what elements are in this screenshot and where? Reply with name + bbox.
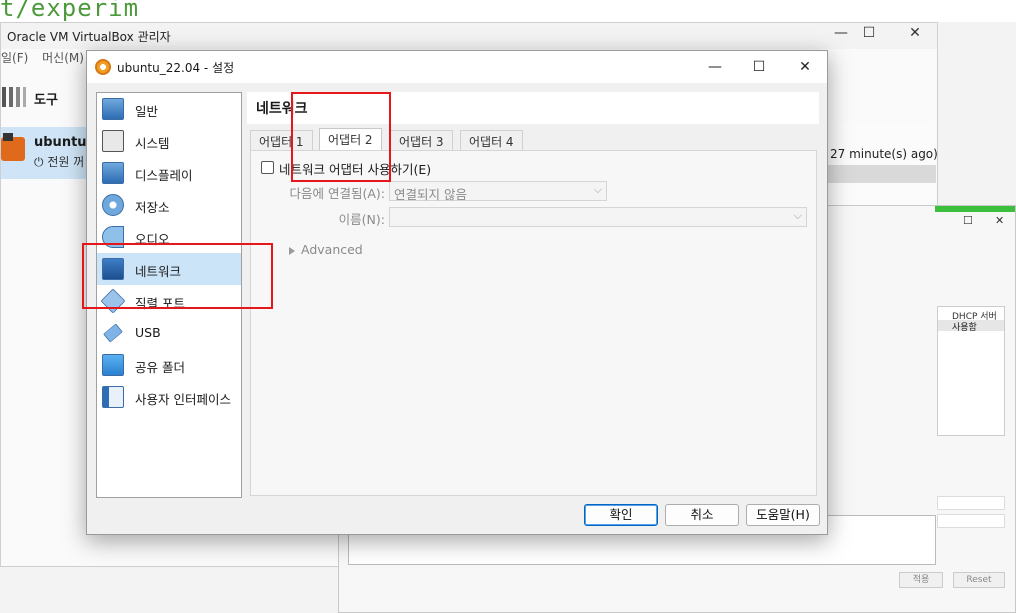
reset-button[interactable]: Reset xyxy=(953,572,1005,588)
cancel-button[interactable]: 취소 xyxy=(665,504,739,526)
chevron-down-icon: ⌵ xyxy=(793,209,802,222)
sidebar-item-label: 디스플레이 xyxy=(135,168,193,183)
snapshot-time: 27 minute(s) ago) xyxy=(830,147,938,161)
ok-button[interactable]: 확인 xyxy=(584,504,658,526)
adapter-panel: 네트워크 어댑터 사용하기(E) 다음에 연결됨(A): 연결되지 않음 ⌵ 이… xyxy=(250,150,817,496)
display-icon xyxy=(102,162,124,184)
ubuntu-vm-icon xyxy=(1,133,25,161)
advanced-expander[interactable]: Advanced xyxy=(289,242,363,257)
background-terminal: t/experim xyxy=(0,0,1016,22)
manager-title: Oracle VM VirtualBox 관리자 xyxy=(7,30,171,44)
virtualbox-gear-icon xyxy=(95,59,111,75)
advanced-label: Advanced xyxy=(301,242,363,257)
maximize-icon[interactable]: ☐ xyxy=(743,55,775,79)
tools-icon xyxy=(2,87,26,107)
sidebar-item-storage[interactable]: 저장소 xyxy=(97,189,241,221)
menu-machine[interactable]: 머신(M) xyxy=(42,51,84,65)
sidebar-item-shared-folder[interactable]: 공유 폴더 xyxy=(97,349,241,381)
close-icon[interactable]: ✕ xyxy=(901,25,929,45)
minimize-icon[interactable]: — xyxy=(699,55,731,79)
bg-field[interactable] xyxy=(937,514,1005,528)
enable-adapter-checkbox[interactable] xyxy=(261,161,274,174)
sidebar-item-label: 공유 폴더 xyxy=(135,360,185,375)
sidebar-item-label: USB xyxy=(135,325,161,340)
tab-adapter-3[interactable]: 어댑터 3 xyxy=(390,130,453,150)
terminal-text: t/experim xyxy=(0,0,140,22)
sidebar-item-system[interactable]: 시스템 xyxy=(97,125,241,157)
green-strip xyxy=(935,206,1015,212)
apply-button[interactable]: 적용 xyxy=(899,572,943,588)
annotation-box-adapter-2 xyxy=(291,92,391,182)
minimize-icon[interactable]: — xyxy=(827,25,855,45)
close-icon[interactable]: ✕ xyxy=(789,55,821,79)
bg-field[interactable] xyxy=(937,496,1005,510)
network-table: DHCP 서버 사용함 xyxy=(937,306,1005,436)
sidebar-item-label: 일반 xyxy=(135,104,159,119)
tools-item[interactable]: 도구 xyxy=(1,77,81,117)
vm-state: ⏻ 전원 꺼 xyxy=(34,155,85,169)
annotation-box-network xyxy=(82,243,273,309)
manager-menu-bar: 일(F) 머신(M) xyxy=(1,49,94,71)
snapshot-row[interactable] xyxy=(828,165,936,183)
shared-folder-icon xyxy=(102,354,124,376)
table-row[interactable]: 사용함 xyxy=(938,320,1004,333)
user-interface-icon xyxy=(102,386,124,408)
general-icon xyxy=(102,98,124,120)
attached-to-value: 연결되지 않음 xyxy=(394,187,467,202)
sidebar-item-label: 저장소 xyxy=(135,200,170,215)
tab-adapter-4[interactable]: 어댑터 4 xyxy=(460,130,523,150)
tools-label: 도구 xyxy=(34,93,58,108)
system-icon xyxy=(102,130,124,152)
sidebar-item-display[interactable]: 디스플레이 xyxy=(97,157,241,189)
usb-icon xyxy=(103,323,123,343)
sidebar-item-usb[interactable]: USB xyxy=(97,317,241,349)
help-button[interactable]: 도움말(H) xyxy=(746,504,820,526)
sidebar-item-general[interactable]: 일반 xyxy=(97,93,241,125)
sidebar-item-label: 시스템 xyxy=(135,136,170,151)
maximize-icon[interactable]: ☐ xyxy=(855,25,883,45)
menu-file[interactable]: 일(F) xyxy=(1,51,28,65)
vm-list-item[interactable]: ubuntu_ ⏻ 전원 꺼 xyxy=(1,127,94,179)
expand-arrow-icon xyxy=(289,246,295,255)
manager-title-bar: Oracle VM VirtualBox 관리자 — ☐ ✕ xyxy=(1,23,937,49)
storage-icon xyxy=(102,194,124,216)
dialog-title: ubuntu_22.04 - 설정 xyxy=(117,61,235,75)
chevron-down-icon: ⌵ xyxy=(593,183,602,196)
sidebar-item-user-interface[interactable]: 사용자 인터페이스 xyxy=(97,381,241,413)
sidebar-item-label: 사용자 인터페이스 xyxy=(135,392,231,407)
maximize-icon[interactable]: ☐ xyxy=(963,214,973,227)
vm-name: ubuntu_ xyxy=(34,135,94,150)
attached-to-select[interactable]: 연결되지 않음 ⌵ xyxy=(389,181,607,202)
close-icon[interactable]: ✕ xyxy=(995,214,1004,227)
attached-to-label: 다음에 연결됨(A): xyxy=(289,186,386,201)
dialog-title-bar: ubuntu_22.04 - 설정 — ☐ ✕ xyxy=(87,51,827,83)
name-label: 이름(N): xyxy=(338,212,385,227)
name-select[interactable]: ⌵ xyxy=(389,207,807,227)
